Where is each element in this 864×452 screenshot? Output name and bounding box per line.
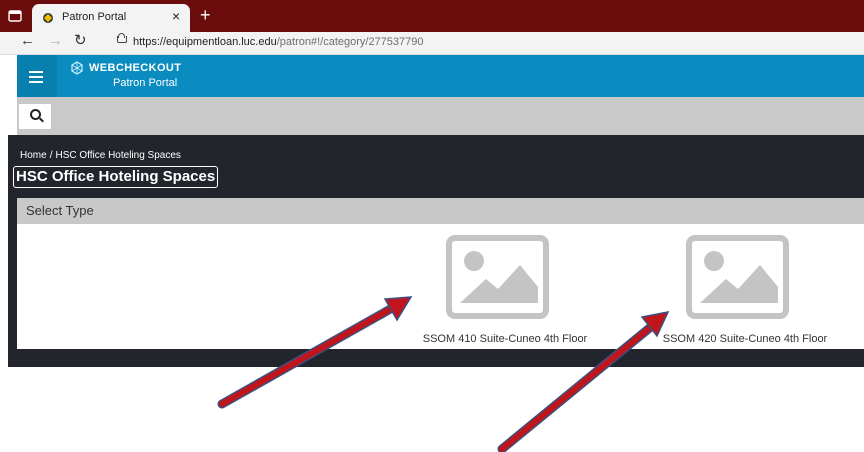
panel-header: Select Type [17,198,864,224]
search-toolbar [17,97,864,135]
breadcrumb-home[interactable]: Home [20,150,47,161]
new-tab-icon[interactable]: + [200,5,211,26]
url-field[interactable]: https://equipmentloan.luc.edu/patron#!/c… [133,36,424,48]
type-item-label: SSOM 420 Suite-Cuneo 4th Floor [662,333,828,345]
breadcrumb: Home / HSC Office Hoteling Spaces [20,150,181,161]
tab-close-icon[interactable]: × [172,8,180,24]
hamburger-icon [29,71,43,86]
window-menu-icon[interactable] [8,9,22,23]
menu-button[interactable] [17,55,57,97]
image-placeholder-icon [446,235,549,319]
browser-tab-strip: Patron Portal × + [0,0,864,32]
browser-tab[interactable]: Patron Portal × [32,4,190,32]
favicon-icon [43,13,53,23]
webcheckout-logo-icon [71,61,83,75]
url-path: /patron#!/category/277537790 [276,36,424,48]
app-brand: WEBCHECKOUT [89,62,182,74]
tab-title: Patron Portal [62,11,127,23]
address-bar: ← → ↻ https://equipmentloan.luc.edu/patr… [0,32,864,55]
lock-icon[interactable] [117,36,127,43]
type-item-label: SSOM 410 Suite-Cuneo 4th Floor [422,333,588,345]
back-arrow-icon[interactable]: ← [20,32,35,49]
panel-header-label: Select Type [26,203,94,218]
forward-arrow-icon[interactable]: → [48,32,63,49]
search-icon-handle [39,117,44,123]
app-subtitle: Patron Portal [113,77,178,89]
select-type-panel: Select Type SSOM 410 Suite-Cuneo 4th Flo… [17,198,864,349]
content-area: Home / HSC Office Hoteling Spaces HSC Offi… [8,135,864,367]
type-item-ssom-420[interactable]: SSOM 420 Suite-Cuneo 4th Floor [660,226,830,345]
url-host: https://equipmentloan.luc.edu [133,36,277,48]
breadcrumb-current: HSC Office Hoteling Spaces [55,150,181,161]
reload-icon[interactable]: ↻ [74,31,87,49]
page-title: HSC Office Hoteling Spaces [13,166,219,188]
app-header: WEBCHECKOUT Patron Portal [17,55,864,97]
image-placeholder-icon [686,235,789,319]
breadcrumb-separator: / [49,150,53,161]
type-item-ssom-410[interactable]: SSOM 410 Suite-Cuneo 4th Floor [420,226,590,345]
search-button[interactable] [19,104,51,129]
